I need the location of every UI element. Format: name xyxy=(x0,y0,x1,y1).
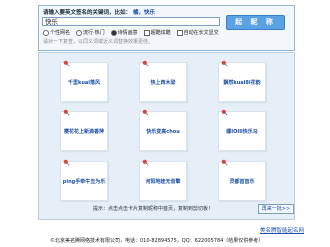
search-tip: 请对一下复查，以同义词或近义词替换效果更佳。 xyxy=(43,39,154,45)
option-gexing[interactable]: 个性网名 xyxy=(43,29,70,36)
pushpin-icon xyxy=(221,60,228,67)
name-card-label: 河阳地娃无音擎 xyxy=(145,179,181,185)
checkbox-icon xyxy=(176,29,183,36)
name-card-label: 樱花花上新滴香萍 xyxy=(63,129,104,135)
radio-checked-icon xyxy=(110,29,117,36)
option-label: 自动在长文显交 xyxy=(183,30,219,36)
generate-button[interactable]: 起 昵 称 xyxy=(226,15,285,30)
copy-hint: 提示：点击点击卡片复制昵称中首页，复制到剪切板！ xyxy=(93,206,214,212)
checkbox-icon xyxy=(143,29,150,36)
name-card-label: 快上西木梁 xyxy=(150,80,176,86)
search-panel: 请输入要英文签名的关键词，比如： 橘，快乐 快乐 起 昵 称 个性网名 流行·热门… xyxy=(38,5,295,51)
pushpin-icon xyxy=(142,109,149,116)
copyright-text: ©北京美名腾网络技术有限公司，电话：010-82894575，QQ：622005… xyxy=(50,238,264,244)
pushpin-icon xyxy=(221,159,228,166)
example-link[interactable]: 橘，快乐 xyxy=(133,10,155,16)
option-label: 个性网名 xyxy=(50,30,71,36)
pushpin-icon xyxy=(221,109,228,116)
name-card-label: ping手牵牛丑为乐 xyxy=(62,179,106,185)
name-card[interactable]: 河阳地娃无音擎 xyxy=(139,159,187,201)
radio-icon xyxy=(76,29,83,36)
brand-link[interactable]: 美名腾智能起名网 xyxy=(260,226,304,234)
options-row: 个性网名 流行·热门 诗情画意 超酷炫酷 自动在长文显交 xyxy=(43,29,219,36)
name-card-label: 飘然kuai8i花韵 xyxy=(223,80,261,86)
option-liuxing[interactable]: 流行·热门 xyxy=(76,29,105,36)
name-card[interactable]: 快上西木梁 xyxy=(139,60,187,102)
name-card[interactable]: 千里kuai落风 xyxy=(60,60,108,102)
radio-icon xyxy=(43,29,49,36)
option-auto[interactable]: 自动在长文显交 xyxy=(176,29,219,36)
pushpin-icon xyxy=(63,109,70,116)
pushpin-icon xyxy=(63,159,70,166)
pushpin-icon xyxy=(63,60,70,67)
pushpin-icon xyxy=(142,159,149,166)
option-label: 流行·热门 xyxy=(83,30,105,36)
name-card[interactable]: 樱花花上新滴香萍 xyxy=(60,109,108,151)
name-card[interactable]: 飘然kuai8i花韵 xyxy=(218,60,266,102)
name-card-label: 灵都首首乐 xyxy=(229,179,255,185)
name-card[interactable]: 娜IOIIl快乐马 xyxy=(218,109,266,151)
option-label: 诗情画意 xyxy=(117,30,138,36)
prompt-text: 请输入要英文签名的关键词，比如： xyxy=(43,10,132,16)
option-label: 超酷炫酷 xyxy=(150,30,171,36)
name-card-label: 快乐变高chou xyxy=(146,129,180,135)
name-card[interactable]: 灵都首首乐 xyxy=(218,159,266,201)
next-batch-button[interactable]: 再来一批>> xyxy=(258,204,294,214)
pushpin-icon xyxy=(142,60,149,67)
name-card-label: 千里kuai落风 xyxy=(68,80,100,86)
search-input[interactable]: 快乐 xyxy=(42,17,220,26)
name-card[interactable]: ping手牵牛丑为乐 xyxy=(60,159,108,201)
search-prompt: 请输入要英文签名的关键词，比如： 橘，快乐 xyxy=(43,8,155,16)
name-card[interactable]: 快乐变高chou xyxy=(139,109,187,151)
name-card-label: 娜IOIIl快乐马 xyxy=(226,129,258,135)
option-shiqing[interactable]: 诗情画意 xyxy=(110,29,138,36)
option-chaoku[interactable]: 超酷炫酷 xyxy=(143,29,171,36)
